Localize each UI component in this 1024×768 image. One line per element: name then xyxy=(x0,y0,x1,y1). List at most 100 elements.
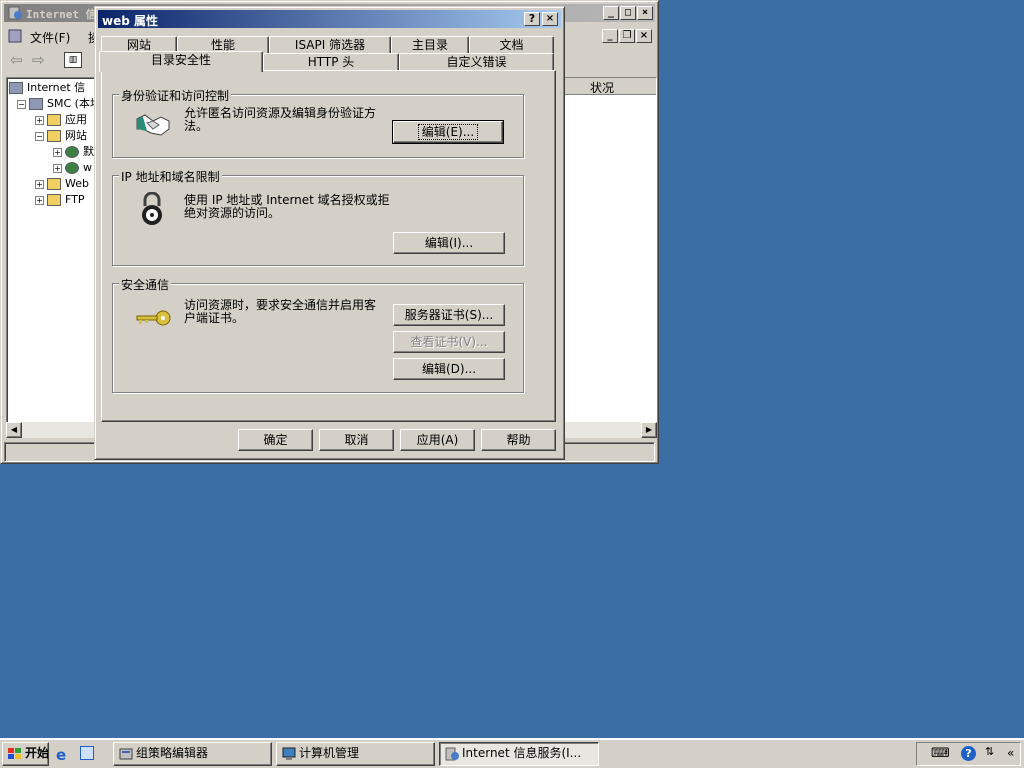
collapse-icon[interactable]: − xyxy=(35,131,44,141)
tab-http-headers[interactable]: HTTP 头 xyxy=(263,53,399,71)
tree-item[interactable]: + Web xyxy=(35,176,89,192)
start-label: 开始 xyxy=(25,746,49,760)
iis-task-icon xyxy=(445,747,459,761)
web-properties-dialog[interactable]: web 属性 ? × 网站 性能 ISAPI 筛选器 主目录 文档 目录安全性 … xyxy=(94,6,565,460)
task-group-policy-editor[interactable]: 组策略编辑器 xyxy=(113,742,272,766)
console-icon xyxy=(8,29,22,43)
child-close-icon[interactable]: × xyxy=(636,29,652,43)
start-button[interactable]: 开始 xyxy=(2,742,49,766)
tree-item-label: SMC (本地 xyxy=(47,97,101,110)
handshake-icon xyxy=(136,114,170,136)
tree-item[interactable]: − SMC (本地 xyxy=(17,96,101,112)
tree-item[interactable]: − 网站 xyxy=(35,128,87,144)
ip-description: 使用 IP 地址或 Internet 域名授权或拒绝对资源的访问。 xyxy=(184,193,390,220)
child-minimize-icon[interactable]: _ xyxy=(602,29,618,43)
padlock-icon xyxy=(142,192,162,225)
child-restore-icon[interactable]: ❐ xyxy=(619,29,635,43)
tree-item-label: 网站 xyxy=(65,129,87,142)
group-auth-access: 身份验证和访问控制 允许匿名访问资源及编辑身份验证方法。 编辑(E)... xyxy=(112,87,524,158)
server-icon xyxy=(29,98,43,110)
task-computer-management[interactable]: 计算机管理 xyxy=(276,742,435,766)
taskbar: 开始 e 组策略编辑器 计算机管理 Internet 信息服务(I... ⌨ ?… xyxy=(0,738,1024,768)
forward-arrow-icon[interactable]: ⇨ xyxy=(32,51,45,69)
key-icon xyxy=(136,310,171,326)
iis-icon xyxy=(8,6,22,20)
apply-button[interactable]: 应用(A) xyxy=(400,429,475,451)
details-pane[interactable]: 状况 xyxy=(561,77,657,438)
computer-icon xyxy=(282,747,296,760)
tab-isapi-filters[interactable]: ISAPI 筛选器 xyxy=(269,36,391,54)
auth-description: 允许匿名访问资源及编辑身份验证方法。 xyxy=(184,106,377,133)
group-ip-legend: IP 地址和域名限制 xyxy=(119,168,222,185)
tree-item[interactable]: + FTP xyxy=(35,192,85,208)
tree-item[interactable]: + 默 xyxy=(53,144,94,160)
tree-item-label: FTP xyxy=(65,193,85,206)
tab-home-directory[interactable]: 主目录 xyxy=(391,36,469,54)
tree-item[interactable]: Internet 信 xyxy=(9,80,85,96)
folder-icon xyxy=(47,130,61,142)
folder-icon xyxy=(47,194,61,206)
console-tree[interactable]: Internet 信 − SMC (本地 + 应用 − 网站 + 默 + w + Web + FTP xyxy=(6,77,101,438)
tab-directory-security[interactable]: 目录安全性 xyxy=(99,51,263,72)
expand-icon[interactable]: + xyxy=(53,147,62,157)
explorer-quicklaunch-icon[interactable] xyxy=(80,746,94,760)
directory-security-page: 身份验证和访问控制 允许匿名访问资源及编辑身份验证方法。 编辑(E)... IP… xyxy=(101,70,556,422)
folder-icon xyxy=(47,114,61,126)
tab-documents[interactable]: 文档 xyxy=(469,36,554,54)
secure-description: 访问资源时，要求安全通信并启用客户端证书。 xyxy=(184,298,377,325)
system-tray: ⌨ ? ⇅ « xyxy=(916,742,1021,766)
dialog-title: web 属性 xyxy=(102,14,158,28)
server-certificate-button[interactable]: 服务器证书(S)... xyxy=(393,304,505,326)
dialog-close-icon[interactable]: × xyxy=(542,12,558,26)
dialog-titlebar[interactable]: web 属性 ? × xyxy=(98,10,561,28)
expand-icon[interactable]: + xyxy=(35,179,44,189)
globe-icon xyxy=(65,146,79,158)
help-icon[interactable]: ? xyxy=(524,12,540,26)
show-tree-icon[interactable]: ▥ xyxy=(64,52,82,68)
menu-file[interactable]: 文件(F) xyxy=(30,29,70,46)
tray-expand-icon[interactable]: « xyxy=(1007,746,1014,760)
globe-icon xyxy=(65,162,79,174)
tree-item[interactable]: + w xyxy=(53,160,92,176)
windows-logo-icon xyxy=(8,748,21,759)
language-bar-icon[interactable]: ⇅ xyxy=(985,745,994,758)
tree-item-label: Internet 信 xyxy=(27,81,86,94)
tab-custom-errors[interactable]: 自定义错误 xyxy=(399,53,554,71)
view-certificate-button: 查看证书(V)... xyxy=(393,331,505,353)
tree-item-label: Web xyxy=(65,177,89,190)
group-ip-restrictions: IP 地址和域名限制 使用 IP 地址或 Internet 域名授权或拒绝对资源… xyxy=(112,168,524,266)
task-iis-manager[interactable]: Internet 信息服务(I... xyxy=(439,742,599,766)
group-policy-icon xyxy=(119,748,133,760)
group-secure-legend: 安全通信 xyxy=(119,276,172,293)
edit-ip-button[interactable]: 编辑(I)... xyxy=(393,232,505,254)
back-arrow-icon[interactable]: ⇦ xyxy=(10,51,23,69)
tree-item-label: 默 xyxy=(83,145,94,158)
column-status-label: 状况 xyxy=(590,81,615,95)
collapse-icon[interactable]: − xyxy=(17,99,26,109)
edit-auth-button[interactable]: 编辑(E)... xyxy=(392,120,504,144)
folder-icon xyxy=(47,178,61,190)
tree-item-label: 应用 xyxy=(65,113,87,126)
close-icon[interactable]: × xyxy=(637,6,653,20)
tree-item[interactable]: + 应用 xyxy=(35,112,87,128)
ie-quicklaunch-icon[interactable]: e xyxy=(56,746,66,764)
maximize-icon[interactable]: □ xyxy=(620,6,636,20)
expand-icon[interactable]: + xyxy=(35,195,44,205)
keyboard-icon[interactable]: ⌨ xyxy=(931,746,950,761)
group-secure-comm: 安全通信 访问资源时，要求安全通信并启用客户端证书。 服务器证书(S)... 查… xyxy=(112,276,524,393)
expand-icon[interactable]: + xyxy=(35,115,44,125)
help-button[interactable]: 帮助 xyxy=(481,429,556,451)
scroll-right-icon[interactable]: ▶ xyxy=(641,422,657,438)
ok-button[interactable]: 确定 xyxy=(238,429,313,451)
minimize-icon[interactable]: _ xyxy=(603,6,619,20)
tree-item-label: w xyxy=(83,161,92,174)
expand-icon[interactable]: + xyxy=(53,163,62,173)
group-auth-legend: 身份验证和访问控制 xyxy=(119,87,232,104)
cancel-button[interactable]: 取消 xyxy=(319,429,394,451)
column-header-status[interactable]: 状况 xyxy=(562,78,656,95)
iis-manager-title: Internet 信 xyxy=(26,8,97,21)
help-tray-icon[interactable]: ? xyxy=(961,746,976,761)
edit-secure-button[interactable]: 编辑(D)... xyxy=(393,358,505,380)
scroll-left-icon[interactable]: ◀ xyxy=(6,422,22,438)
iis-icon xyxy=(9,82,23,94)
